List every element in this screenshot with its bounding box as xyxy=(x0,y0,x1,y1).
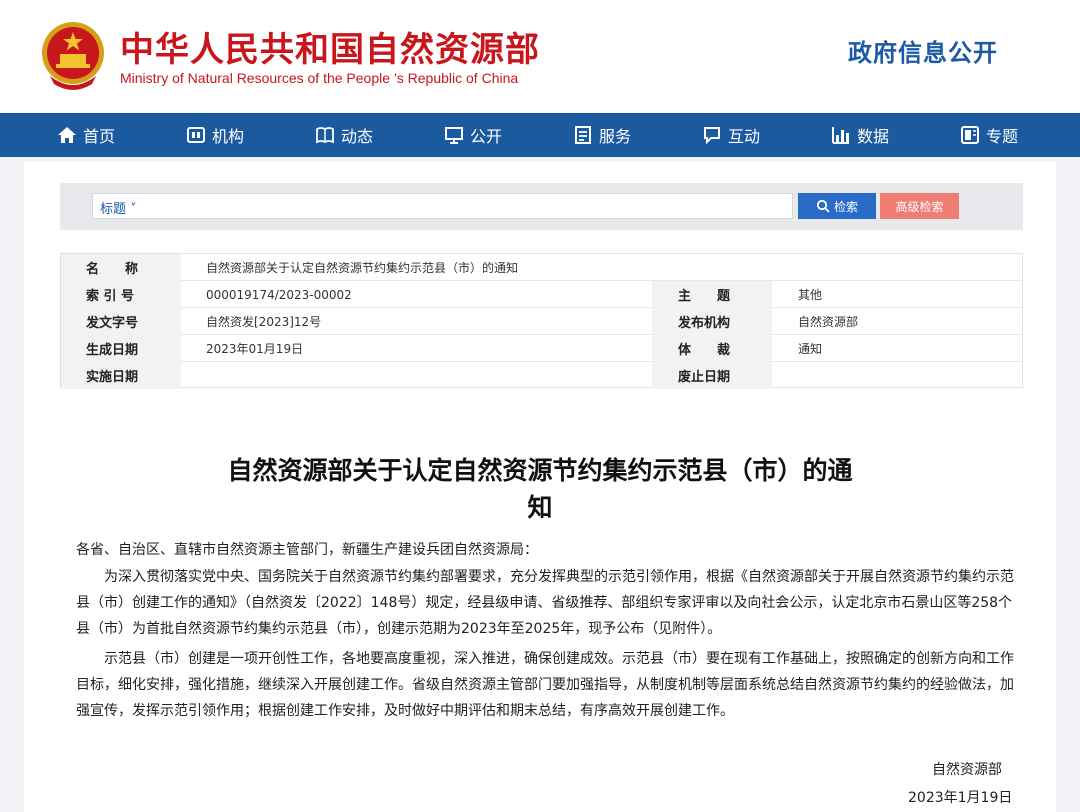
nav-label: 机构 xyxy=(212,127,245,146)
document-salutation: 各省、自治区、直辖市自然资源主管部门，新疆生产建设兵团自然资源局： xyxy=(76,537,1006,563)
nav-label: 服务 xyxy=(599,127,632,146)
meta-label-expiry: 废止日期 xyxy=(652,362,772,389)
disclosure-icon xyxy=(445,127,463,144)
meta-label-name: 名 称 xyxy=(61,254,181,281)
nav-item-topic[interactable]: 专题 xyxy=(960,113,1018,157)
paragraph-line: 强宣传，发挥示范引领作用；根据创建工作安排，及时做好中期评估和期末总结，有序高效… xyxy=(76,703,734,719)
site-header: 中华人民共和国自然资源部 Ministry of Natural Resourc… xyxy=(0,0,1080,113)
institution-icon xyxy=(187,127,205,143)
paragraph-line: 示范县（市）创建是一项开创性工作，各地要高度重视，深入推进，确保创建成效。示范县… xyxy=(76,651,1014,667)
interaction-icon xyxy=(704,127,720,145)
table-row: 实施日期 废止日期 xyxy=(61,362,1022,389)
meta-value-index: 000019174/2023-00002 xyxy=(206,287,352,302)
table-row: 索 引 号 000019174/2023-00002 主 题 其他 xyxy=(61,281,1022,308)
meta-label-subject: 主 题 xyxy=(652,281,772,308)
meta-label-docno: 发文字号 xyxy=(61,308,181,335)
national-emblem-icon xyxy=(42,22,104,90)
meta-label-date: 生成日期 xyxy=(61,335,181,362)
meta-value-effective xyxy=(206,362,646,389)
meta-value-docno: 自然资发[2023]12号 xyxy=(206,315,322,329)
nav-item-news[interactable]: 动态 xyxy=(315,113,373,157)
document-title-line-2: 知 xyxy=(527,493,553,522)
meta-value-subject: 其他 xyxy=(798,288,823,302)
meta-value-genre: 通知 xyxy=(798,342,823,356)
document-paragraph-1: 为深入贯彻落实党中央、国务院关于自然资源节约集约部署要求，充分发挥典型的示范引领… xyxy=(76,564,1014,642)
search-input[interactable] xyxy=(92,193,793,219)
nav-item-interaction[interactable]: 互动 xyxy=(702,113,760,157)
search-button-label: 检索 xyxy=(833,199,858,214)
table-row: 生成日期 2023年01月19日 体 裁 通知 xyxy=(61,335,1022,362)
search-icon xyxy=(816,199,830,213)
table-row: 名 称 自然资源部关于认定自然资源节约集约示范县（市）的通知 xyxy=(61,254,1022,281)
chart-icon xyxy=(832,127,849,144)
nav-item-home[interactable]: 首页 xyxy=(57,113,115,157)
meta-value-expiry xyxy=(798,362,1018,389)
salutation-text: 各省、自治区、直辖市自然资源主管部门，新疆生产建设兵团自然资源局： xyxy=(76,542,538,558)
nav-label: 动态 xyxy=(341,127,374,146)
meta-label-genre: 体 裁 xyxy=(652,335,772,362)
document-metadata-table: 名 称 自然资源部关于认定自然资源节约集约示范县（市）的通知 索 引 号 000… xyxy=(60,253,1023,389)
nav-item-disclosure[interactable]: 公开 xyxy=(444,113,502,157)
nav-item-data[interactable]: 数据 xyxy=(831,113,889,157)
nav-label: 公开 xyxy=(470,127,503,146)
document-sign-date: 2023年1月19日 xyxy=(908,790,1013,806)
document-title-line-1: 自然资源部关于认定自然资源节约集约示范县（市）的通 xyxy=(227,456,853,485)
meta-label-issuer: 发布机构 xyxy=(652,308,772,335)
service-icon xyxy=(575,126,591,144)
document-paragraph-2: 示范县（市）创建是一项开创性工作，各地要高度重视，深入推进，确保创建成效。示范县… xyxy=(76,646,1014,724)
nav-label: 专题 xyxy=(986,127,1019,146)
document-signature: 自然资源部 xyxy=(932,762,1002,778)
meta-value-date: 2023年01月19日 xyxy=(206,342,304,356)
site-title: 中华人民共和国自然资源部 xyxy=(120,30,540,70)
document-title: 自然资源部关于认定自然资源节约集约示范县（市）的通 知 xyxy=(0,452,1080,526)
gov-info-disclosure-title: 政府信息公开 xyxy=(848,39,998,67)
meta-value-issuer: 自然资源部 xyxy=(798,315,859,329)
paragraph-line: 目标，细化安排，强化措施，继续深入开展创建工作。省级自然资源主管部门要加强指导，… xyxy=(76,677,1014,693)
main-nav: 首页 机构 动态 公开 服务 互动 数据 专题 xyxy=(0,113,1080,157)
table-row: 发文字号 自然资发[2023]12号 发布机构 自然资源部 xyxy=(61,308,1022,335)
site-subtitle: Ministry of Natural Resources of the Peo… xyxy=(120,70,519,86)
nav-item-service[interactable]: 服务 xyxy=(573,113,631,157)
advanced-search-button[interactable]: 高级检索 xyxy=(880,193,959,219)
paragraph-line: 县（市）创建工作的通知》（自然资发〔2022〕148号）规定，经县级申请、省级推… xyxy=(76,595,1013,611)
nav-item-institution[interactable]: 机构 xyxy=(186,113,244,157)
nav-label: 首页 xyxy=(83,127,116,146)
home-icon xyxy=(58,127,76,143)
search-type-select[interactable]: 标题 ˅ xyxy=(100,198,137,217)
nav-label: 数据 xyxy=(857,127,890,146)
paragraph-line: 县（市）为首批自然资源节约集约示范县（市），创建示范期为2023年至2025年，… xyxy=(76,621,722,637)
topic-icon xyxy=(961,126,979,144)
nav-label: 互动 xyxy=(728,127,761,146)
meta-label-index: 索 引 号 xyxy=(61,281,181,308)
meta-value-name: 自然资源部关于认定自然资源节约集约示范县（市）的通知 xyxy=(206,261,519,275)
paragraph-line: 为深入贯彻落实党中央、国务院关于自然资源节约集约部署要求，充分发挥典型的示范引领… xyxy=(76,569,1014,585)
news-icon xyxy=(316,127,334,144)
search-button[interactable]: 检索 xyxy=(798,193,876,219)
meta-label-effective: 实施日期 xyxy=(61,362,181,389)
